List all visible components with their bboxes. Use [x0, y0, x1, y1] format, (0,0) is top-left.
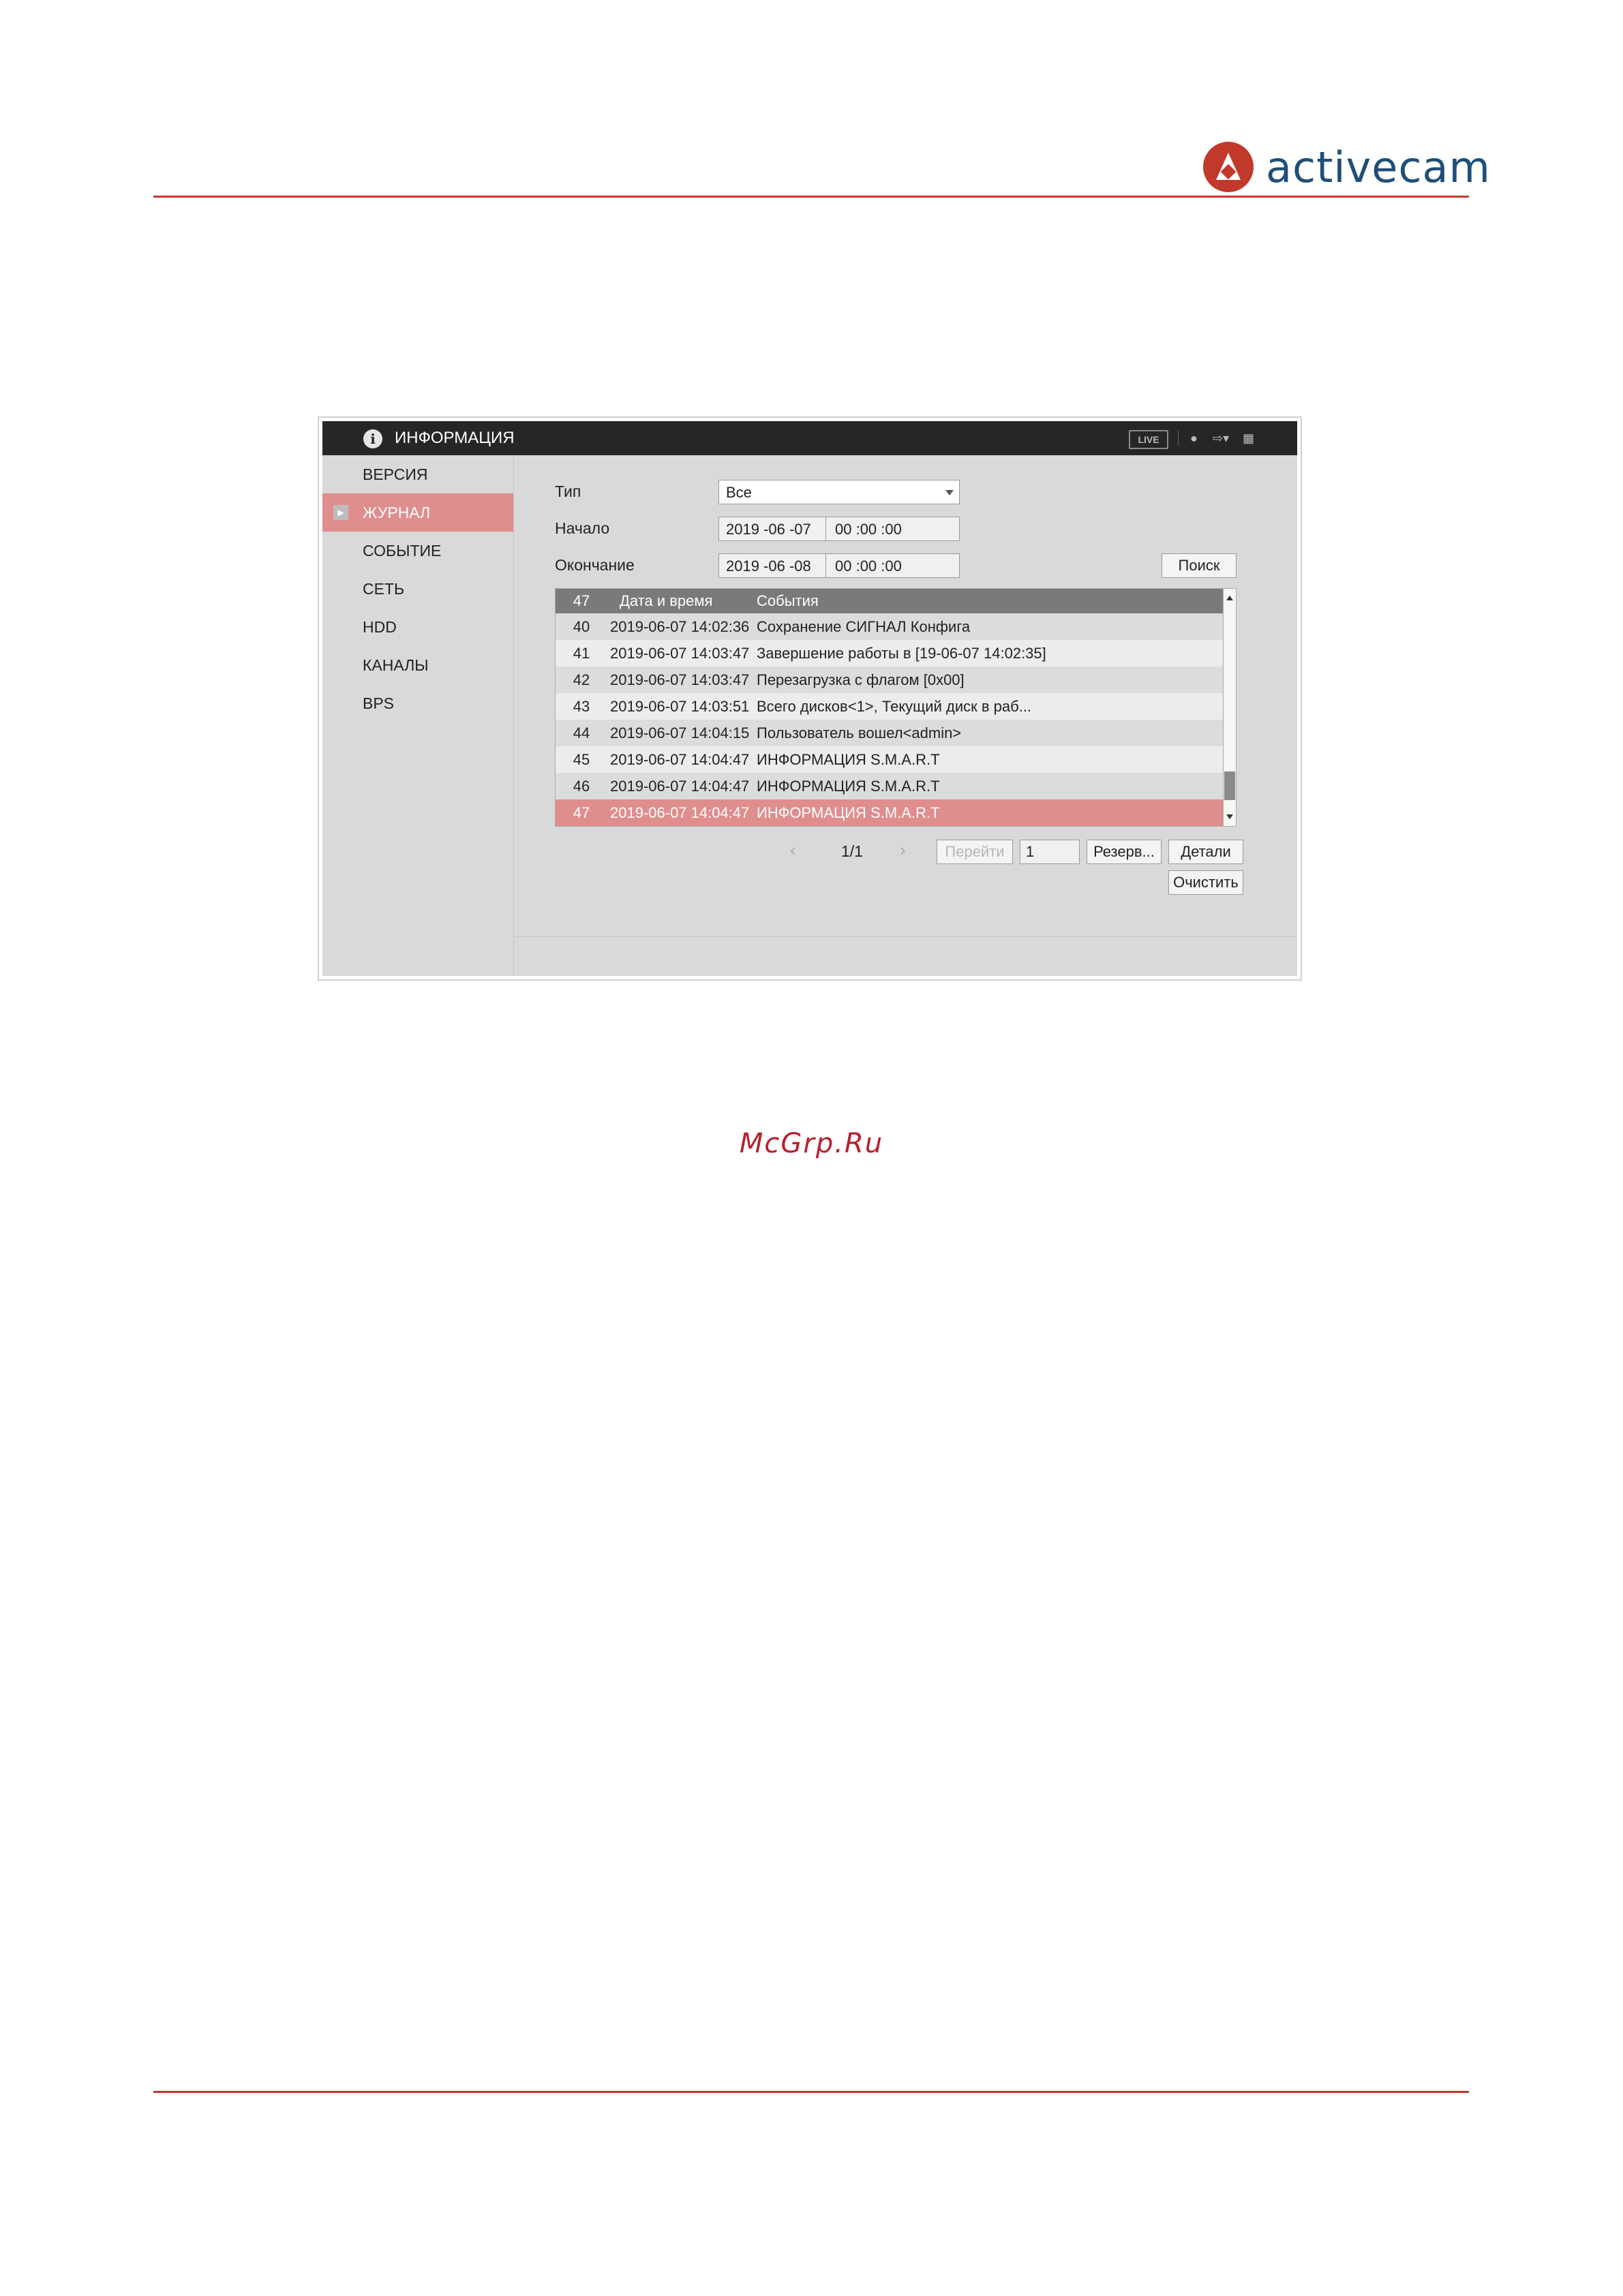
sidebar: ВЕРСИЯ ▶ ЖУРНАЛ СОБЫТИЕ СЕТЬ HDD КАНАЛЫ … — [322, 455, 514, 976]
row-event: ИНФОРМАЦИЯ S.M.A.R.T — [757, 804, 940, 821]
row-number: 46 — [573, 778, 590, 795]
sidebar-item-label: HDD — [363, 618, 397, 636]
search-button[interactable]: Поиск — [1162, 553, 1237, 578]
clear-button[interactable]: Очистить — [1168, 870, 1243, 895]
page-number-input[interactable]: 1 — [1020, 840, 1080, 864]
table-header: 47 Дата и время События — [556, 589, 1224, 613]
row-event: Сохранение СИГНАЛ Конфига — [757, 618, 971, 635]
details-button[interactable]: Детали — [1168, 840, 1243, 864]
row-datetime: 2019-06-07 14:04:47 — [610, 804, 750, 821]
chevron-down-icon — [945, 490, 954, 495]
sidebar-item-label: КАНАЛЫ — [363, 656, 429, 674]
table-row[interactable]: 42 2019-06-07 14:03:47 Перезагрузка с фл… — [556, 667, 1224, 693]
header-rule — [153, 196, 1469, 198]
dvr-info-window: i ИНФОРМАЦИЯ LIVE ● ⇨▾ ▦ ВЕРСИЯ ▶ ЖУРНАЛ… — [322, 421, 1297, 976]
sidebar-item-version[interactable]: ВЕРСИЯ — [322, 455, 513, 493]
logout-icon[interactable]: ⇨▾ — [1213, 430, 1229, 446]
row-event: ИНФОРМАЦИЯ S.M.A.R.T — [757, 751, 940, 768]
main-panel: Тип Все Начало 2019 -06 -07 00 :00 :00 О… — [514, 455, 1297, 976]
scroll-down-icon[interactable] — [1226, 814, 1233, 819]
table-row[interactable]: 40 2019-06-07 14:02:36 Сохранение СИГНАЛ… — [556, 613, 1224, 640]
table-row[interactable]: 44 2019-06-07 14:04:15 Пользователь воше… — [556, 720, 1224, 746]
start-datetime-field[interactable]: 2019 -06 -07 00 :00 :00 — [718, 517, 960, 541]
end-label: Окончание — [555, 556, 635, 574]
user-icon[interactable]: ● — [1190, 430, 1198, 446]
row-event: ИНФОРМАЦИЯ S.M.A.R.T — [757, 778, 940, 795]
screenshot-frame: i ИНФОРМАЦИЯ LIVE ● ⇨▾ ▦ ВЕРСИЯ ▶ ЖУРНАЛ… — [318, 416, 1302, 981]
start-time-input[interactable]: 00 :00 :00 — [835, 521, 902, 538]
sidebar-item-log[interactable]: ▶ ЖУРНАЛ — [322, 493, 513, 532]
table-row[interactable]: 45 2019-06-07 14:04:47 ИНФОРМАЦИЯ S.M.A.… — [556, 746, 1224, 773]
brand-logo-block: activecam — [1203, 140, 1491, 194]
row-event: Завершение работы в [19-06-07 14:02:35] — [757, 645, 1046, 662]
header-datetime: Дата и время — [620, 592, 713, 609]
row-datetime: 2019-06-07 14:04:47 — [610, 751, 750, 768]
type-select-value: Все — [726, 484, 752, 501]
next-page-icon[interactable]: › — [900, 840, 906, 861]
row-number: 42 — [573, 671, 590, 688]
row-event: Перезагрузка с флагом [0x00] — [757, 671, 965, 688]
sidebar-item-label: ЖУРНАЛ — [363, 504, 431, 521]
end-date-input[interactable]: 2019 -06 -08 — [726, 557, 811, 575]
brand-name: activecam — [1266, 142, 1491, 192]
type-label: Тип — [555, 483, 581, 500]
sidebar-item-event[interactable]: СОБЫТИЕ — [322, 532, 513, 570]
sidebar-item-label: СОБЫТИЕ — [363, 542, 442, 560]
end-datetime-field[interactable]: 2019 -06 -08 00 :00 :00 — [718, 553, 960, 578]
row-event: Пользователь вошел<admin> — [757, 724, 962, 741]
row-number: 47 — [573, 804, 590, 821]
watermark: McGrp.Ru — [739, 1128, 884, 1159]
info-icon: i — [363, 429, 382, 448]
row-datetime: 2019-06-07 14:04:15 — [610, 724, 750, 741]
type-select[interactable]: Все — [718, 480, 960, 504]
row-datetime: 2019-06-07 14:04:47 — [610, 778, 750, 795]
window-title: ИНФОРМАЦИЯ — [395, 429, 515, 447]
backup-button[interactable]: Резерв... — [1087, 840, 1162, 864]
sidebar-item-label: СЕТЬ — [363, 580, 405, 598]
header-count: 47 — [573, 592, 590, 609]
field-divider — [825, 517, 826, 540]
table-row[interactable]: 46 2019-06-07 14:04:47 ИНФОРМАЦИЯ S.M.A.… — [556, 773, 1224, 799]
table-row[interactable]: 41 2019-06-07 14:03:47 Завершение работы… — [556, 640, 1224, 667]
row-number: 45 — [573, 751, 590, 768]
row-datetime: 2019-06-07 14:03:47 — [610, 671, 750, 688]
prev-page-icon[interactable]: ‹ — [790, 840, 796, 861]
header-events: События — [757, 592, 819, 609]
chevron-right-icon: ▶ — [333, 505, 348, 520]
row-event: Всего дисков<1>, Текущий диск в раб... — [757, 698, 1032, 715]
sidebar-item-label: BPS — [363, 694, 395, 712]
sidebar-item-channels[interactable]: КАНАЛЫ — [322, 646, 513, 684]
sidebar-item-bps[interactable]: BPS — [322, 684, 513, 722]
goto-page-button[interactable]: Перейти — [937, 840, 1013, 864]
table-row[interactable]: 43 2019-06-07 14:03:51 Всего дисков<1>, … — [556, 693, 1224, 720]
table-row-selected[interactable]: 47 2019-06-07 14:04:47 ИНФОРМАЦИЯ S.M.A.… — [556, 799, 1224, 826]
panel-footer-divider — [514, 936, 1297, 937]
table-scrollbar[interactable] — [1223, 589, 1236, 826]
row-number: 43 — [573, 698, 590, 715]
start-label: Начало — [555, 519, 610, 537]
row-datetime: 2019-06-07 14:03:51 — [610, 698, 750, 715]
log-table: 47 Дата и время События 40 2019-06-07 14… — [555, 588, 1237, 827]
sidebar-item-network[interactable]: СЕТЬ — [322, 570, 513, 608]
scroll-up-icon[interactable] — [1226, 596, 1233, 600]
activecam-logo-icon — [1203, 142, 1254, 192]
scroll-thumb[interactable] — [1224, 771, 1235, 800]
row-number: 40 — [573, 618, 590, 635]
start-date-input[interactable]: 2019 -06 -07 — [726, 521, 811, 538]
live-button[interactable]: LIVE — [1129, 430, 1168, 449]
sidebar-item-label: ВЕРСИЯ — [363, 465, 428, 483]
row-number: 41 — [573, 645, 590, 662]
sidebar-item-hdd[interactable]: HDD — [322, 608, 513, 646]
footer-rule — [153, 2091, 1469, 2093]
field-divider — [825, 554, 826, 577]
title-bar: i ИНФОРМАЦИЯ LIVE ● ⇨▾ ▦ — [322, 421, 1297, 455]
row-datetime: 2019-06-07 14:02:36 — [610, 618, 750, 635]
row-number: 44 — [573, 724, 590, 741]
end-time-input[interactable]: 00 :00 :00 — [835, 557, 902, 575]
row-datetime: 2019-06-07 14:03:47 — [610, 645, 750, 662]
page-indicator: 1/1 — [841, 842, 863, 860]
toolbar-divider — [1178, 431, 1179, 446]
menu-grid-icon[interactable]: ▦ — [1243, 430, 1254, 446]
